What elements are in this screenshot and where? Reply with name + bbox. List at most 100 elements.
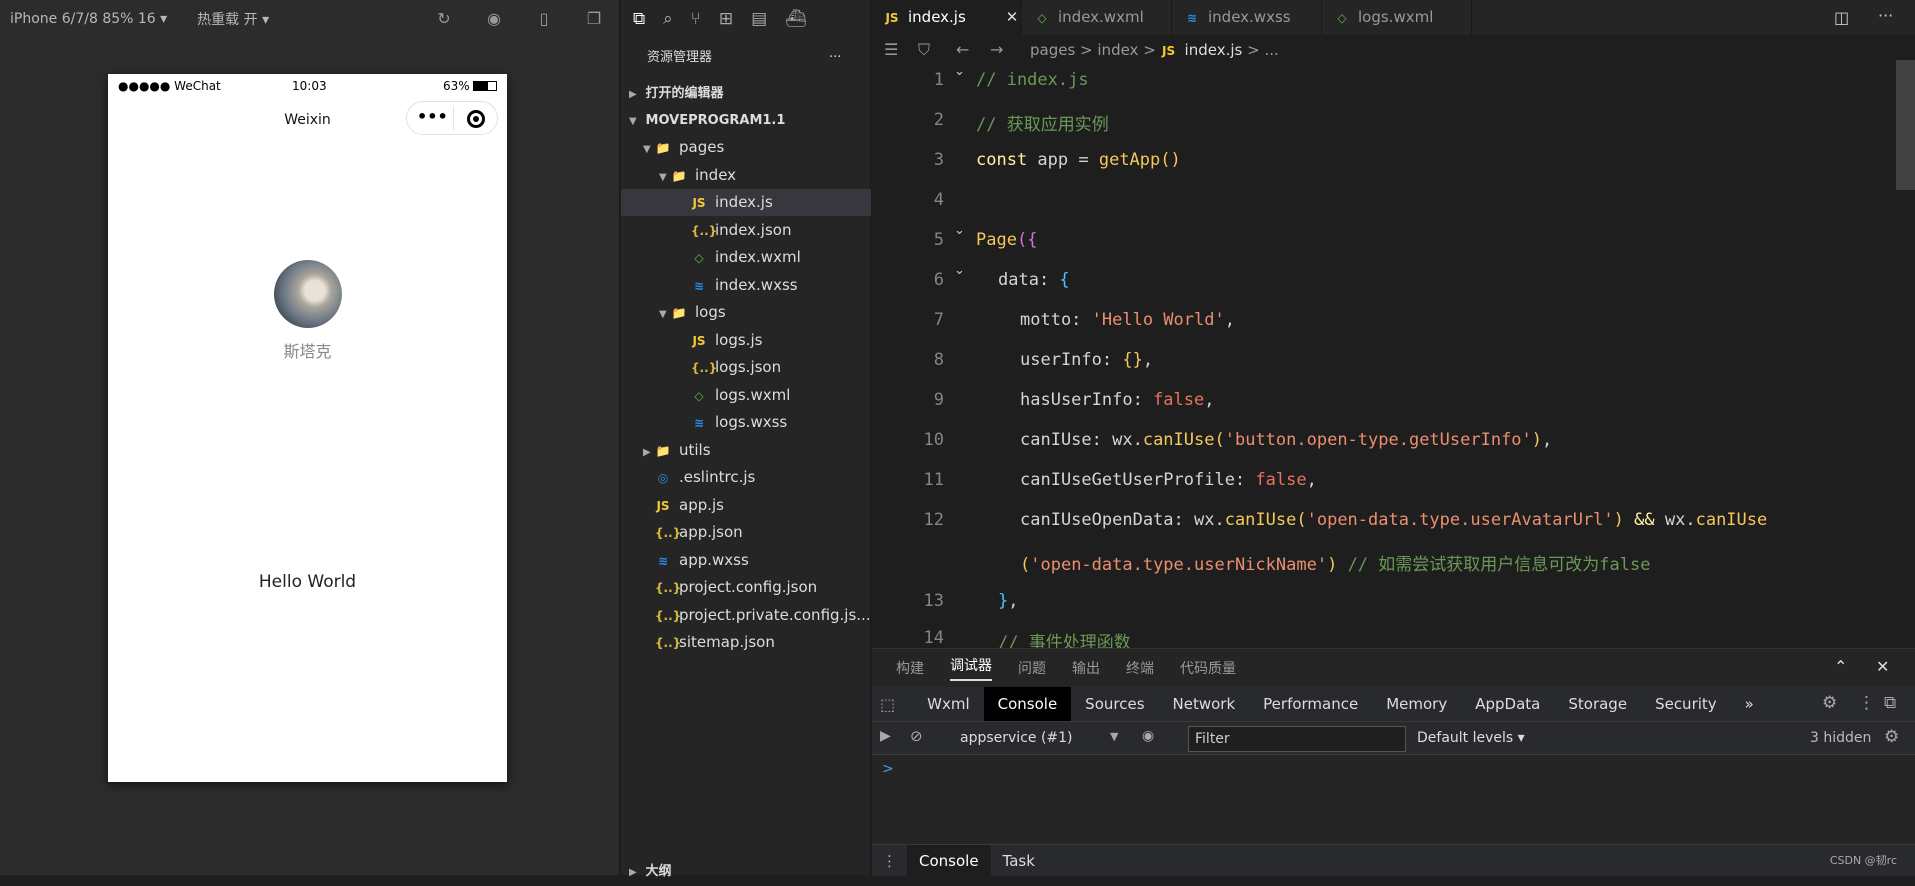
source-control-icon[interactable]: ⑂ bbox=[691, 9, 701, 29]
tab-build[interactable]: 构建 bbox=[896, 658, 924, 678]
folder-item[interactable]: ▼ 📁 index bbox=[621, 162, 871, 189]
record-icon[interactable]: ◉ bbox=[484, 9, 504, 29]
section-label: 打开的编辑器 bbox=[645, 86, 724, 101]
split-editor-icon[interactable]: ◫ bbox=[1834, 8, 1849, 27]
close-icon[interactable]: ✕ bbox=[1876, 657, 1889, 676]
file-item[interactable]: {..}sitemap.json bbox=[621, 629, 871, 656]
file-item[interactable]: {..}index.json bbox=[621, 217, 871, 244]
outline-section[interactable]: ▶ 大纲 bbox=[621, 858, 871, 885]
folder-item[interactable]: ▶ 📁 utils bbox=[621, 437, 871, 464]
device-select[interactable]: iPhone 6/7/8 85% 16 ▾ bbox=[10, 11, 167, 27]
debug-icon[interactable]: ▤ bbox=[751, 9, 767, 29]
capsule-menu[interactable]: ••• bbox=[406, 101, 498, 135]
crumb-file[interactable]: index.js bbox=[1185, 41, 1243, 59]
tab-logs-wxml[interactable]: ◇ logs.wxml bbox=[1322, 0, 1472, 35]
file-item[interactable]: ◇ index.wxml bbox=[621, 244, 871, 271]
file-item[interactable]: {..}project.private.config.js... bbox=[621, 602, 871, 629]
file-item[interactable]: JS index.js bbox=[621, 189, 871, 216]
more-icon[interactable]: ••• bbox=[417, 107, 448, 126]
json-file-icon: {..} bbox=[691, 223, 718, 238]
files-icon[interactable]: ⧉ bbox=[633, 9, 645, 29]
console-settings-icon[interactable]: ⚙ bbox=[1884, 727, 1899, 747]
drawer-tabs: ⋮ Console Task bbox=[872, 844, 1915, 877]
tab-terminal[interactable]: 终端 bbox=[1126, 658, 1154, 678]
tab-wxml[interactable]: Wxml bbox=[913, 687, 984, 721]
open-editors-section[interactable]: ▶ 打开的编辑器 bbox=[621, 80, 871, 107]
project-section[interactable]: ▼ MOVEPROGRAM1.1 bbox=[621, 107, 871, 134]
tab-console[interactable]: Console bbox=[983, 687, 1072, 721]
tab-debugger[interactable]: 调试器 bbox=[950, 655, 992, 681]
file-item[interactable]: ≋ app.wxss bbox=[621, 547, 871, 574]
search-icon[interactable]: ⌕ bbox=[663, 9, 673, 29]
code-line: userInfo: {}, bbox=[1020, 350, 1154, 370]
file-item[interactable]: JS app.js bbox=[621, 492, 871, 519]
crumb-pages[interactable]: pages bbox=[1030, 41, 1075, 59]
file-item[interactable]: {..}project.config.json bbox=[621, 574, 871, 601]
file-item[interactable]: ◎ .eslintrc.js bbox=[621, 464, 871, 491]
levels-select[interactable]: Default levels ▾ bbox=[1417, 730, 1525, 746]
code-line: canIUseGetUserProfile: false, bbox=[1020, 470, 1317, 490]
tab-performance[interactable]: Performance bbox=[1249, 687, 1372, 721]
clear-icon[interactable]: ⊘ bbox=[910, 727, 923, 745]
settings-icon[interactable]: ⚙ bbox=[1822, 693, 1837, 713]
close-icon[interactable]: ✕ bbox=[1006, 8, 1019, 26]
more-actions-icon[interactable]: ··· bbox=[829, 44, 841, 72]
tab-index-js[interactable]: JS index.js ✕ bbox=[872, 0, 1022, 35]
tab-code-quality[interactable]: 代码质量 bbox=[1180, 658, 1236, 678]
eye-icon[interactable]: ◉ bbox=[1142, 728, 1154, 744]
docker-icon[interactable]: ⛴ bbox=[785, 9, 807, 29]
crumb-symbol[interactable]: ... bbox=[1264, 41, 1278, 59]
editor-scrollbar[interactable] bbox=[1896, 60, 1915, 190]
refresh-icon[interactable]: ↻ bbox=[434, 9, 454, 29]
chevron-up-icon[interactable]: ⌃ bbox=[1834, 657, 1847, 676]
file-item[interactable]: {..}logs.json bbox=[621, 354, 871, 381]
tab-security[interactable]: Security bbox=[1641, 687, 1731, 721]
back-icon[interactable]: ← bbox=[956, 35, 969, 65]
file-item[interactable]: JS logs.js bbox=[621, 327, 871, 354]
explorer-title: 资源管理器 bbox=[647, 50, 713, 65]
tab-index-wxss[interactable]: ≋ index.wxss bbox=[1172, 0, 1322, 35]
windows-icon[interactable]: ❐ bbox=[584, 9, 604, 29]
folder-item[interactable]: ▼ 📁 pages bbox=[621, 134, 871, 161]
dock-icon[interactable]: ⧉ bbox=[1884, 693, 1896, 713]
filter-input[interactable]: Filter bbox=[1188, 726, 1406, 752]
more-tabs-icon[interactable]: » bbox=[1731, 687, 1768, 721]
hot-reload-select[interactable]: 热重载 开 ▾ bbox=[197, 9, 269, 29]
tab-output[interactable]: 输出 bbox=[1072, 658, 1100, 678]
crumb-index[interactable]: index bbox=[1097, 41, 1138, 59]
tree-label: project.private.config.js... bbox=[679, 605, 871, 624]
file-item[interactable]: ◇ logs.wxml bbox=[621, 382, 871, 409]
drawer-tab-task[interactable]: Task bbox=[991, 852, 1047, 870]
tab-problems[interactable]: 问题 bbox=[1018, 658, 1046, 678]
console-prompt[interactable]: > bbox=[882, 761, 894, 777]
context-select[interactable]: appservice (#1) bbox=[960, 730, 1073, 746]
drawer-menu-icon[interactable]: ⋮ bbox=[882, 852, 897, 870]
js-file-icon: JS bbox=[692, 333, 706, 348]
tab-memory[interactable]: Memory bbox=[1372, 687, 1461, 721]
debug-panel: 构建 调试器 问题 输出 终端 代码质量 ⌃ ✕ ⬚ Wxml Console … bbox=[872, 648, 1915, 877]
more-icon[interactable]: ··· bbox=[1878, 6, 1893, 25]
bookmark-icon[interactable]: ⛉ bbox=[918, 35, 930, 65]
folder-item[interactable]: ▼ 📁 logs bbox=[621, 299, 871, 326]
tab-network[interactable]: Network bbox=[1159, 687, 1250, 721]
fold-icon[interactable]: ⌄ bbox=[954, 223, 965, 238]
kebab-icon[interactable]: ⋮ bbox=[1858, 693, 1875, 713]
fold-icon[interactable]: ⌄ bbox=[954, 64, 965, 79]
outline-icon[interactable]: ☰ bbox=[884, 35, 898, 65]
forward-icon[interactable]: → bbox=[990, 35, 1003, 65]
tab-appdata[interactable]: AppData bbox=[1461, 687, 1554, 721]
extensions-icon[interactable]: ⊞ bbox=[719, 9, 733, 29]
inspect-icon[interactable]: ⬚ bbox=[880, 695, 895, 714]
tab-index-wxml[interactable]: ◇ index.wxml bbox=[1022, 0, 1172, 35]
tab-sources[interactable]: Sources bbox=[1071, 687, 1158, 721]
file-item[interactable]: {..}app.json bbox=[621, 519, 871, 546]
sidebar-toggle-icon[interactable]: ▶ bbox=[880, 728, 891, 744]
tab-storage[interactable]: Storage bbox=[1554, 687, 1641, 721]
file-item[interactable]: ≋ logs.wxss bbox=[621, 409, 871, 436]
file-item[interactable]: ≋ index.wxss bbox=[621, 272, 871, 299]
drawer-tab-console[interactable]: Console bbox=[907, 844, 991, 877]
close-miniprogram-icon[interactable] bbox=[467, 110, 485, 128]
chevron-down-icon[interactable]: ▼ bbox=[1110, 730, 1118, 743]
fold-icon[interactable]: ⌄ bbox=[954, 263, 965, 278]
phone-icon[interactable]: ▯ bbox=[534, 9, 554, 29]
